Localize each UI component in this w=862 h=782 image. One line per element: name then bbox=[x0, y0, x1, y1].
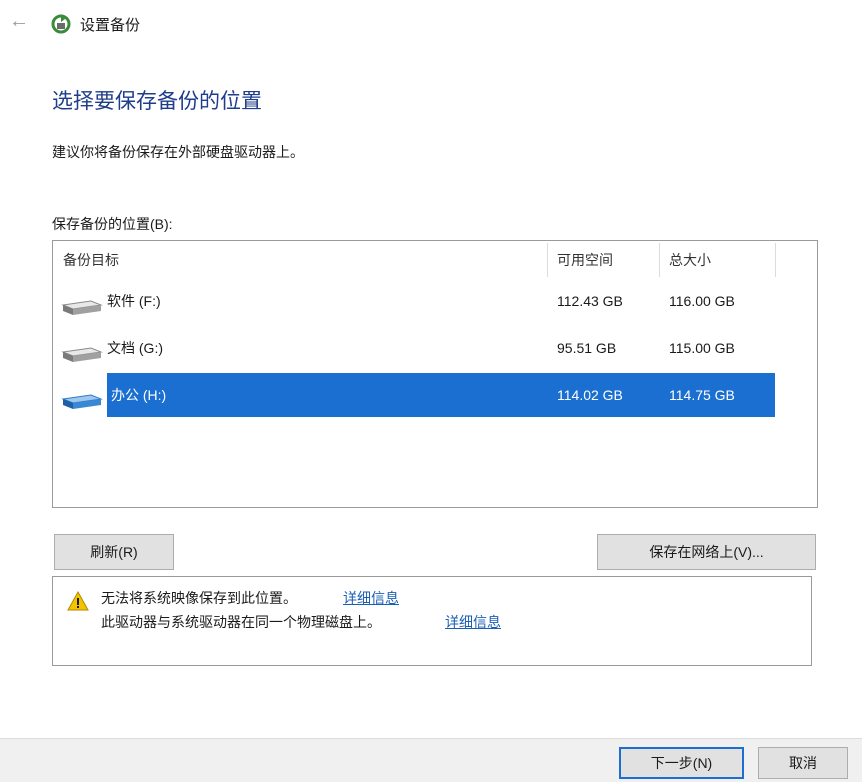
details-link-1[interactable]: 详细信息 bbox=[343, 588, 399, 608]
drive-total-size: 114.75 GB bbox=[669, 387, 735, 403]
drive-icon bbox=[61, 300, 103, 315]
drive-free-space: 114.02 GB bbox=[557, 387, 623, 403]
backup-icon bbox=[51, 14, 71, 34]
window-title: 设置备份 bbox=[80, 17, 141, 34]
column-header-free-space[interactable]: 可用空间 bbox=[547, 241, 659, 279]
warning-panel: 无法将系统映像保存到此位置。 详细信息 此驱动器与系统驱动器在同一个物理磁盘上。… bbox=[52, 576, 812, 666]
back-arrow-icon[interactable]: ← bbox=[8, 10, 30, 32]
cancel-button[interactable]: 取消 bbox=[758, 747, 848, 779]
warning-message-2: 此驱动器与系统驱动器在同一个物理磁盘上。 bbox=[101, 614, 381, 630]
drive-icon bbox=[61, 394, 103, 409]
drive-free-space: 112.43 GB bbox=[557, 293, 623, 309]
column-header-total-size[interactable]: 总大小 bbox=[659, 241, 775, 279]
drive-total-size: 116.00 GB bbox=[669, 293, 735, 309]
table-row-selected[interactable]: 办公 (H:) 114.02 GB 114.75 GB bbox=[53, 373, 775, 417]
refresh-button[interactable]: 刷新(R) bbox=[54, 534, 174, 570]
drive-icon bbox=[61, 347, 103, 362]
next-button[interactable]: 下一步(N) bbox=[619, 747, 744, 779]
footer-bar: 下一步(N) 取消 bbox=[0, 738, 862, 782]
warning-icon bbox=[67, 591, 89, 611]
warning-message-1: 无法将系统映像保存到此位置。 bbox=[101, 590, 297, 606]
column-header-destination[interactable]: 备份目标 bbox=[53, 241, 547, 279]
drive-name: 软件 (F:) bbox=[107, 293, 161, 309]
drive-name: 办公 (H:) bbox=[111, 387, 167, 403]
table-row[interactable]: 文档 (G:) 95.51 GB 115.00 GB bbox=[53, 326, 775, 370]
save-on-network-button[interactable]: 保存在网络上(V)... bbox=[597, 534, 816, 570]
page-subtitle: 建议你将备份保存在外部硬盘驱动器上。 bbox=[52, 144, 304, 160]
page-heading: 选择要保存备份的位置 bbox=[52, 90, 262, 113]
drive-name: 文档 (G:) bbox=[107, 340, 163, 356]
title-bar: ← 设置备份 bbox=[0, 0, 862, 48]
backup-destination-list[interactable]: 备份目标 可用空间 总大小 软件 (F:) 112.43 GB 116.00 G… bbox=[52, 240, 818, 508]
drive-free-space: 95.51 GB bbox=[557, 340, 617, 356]
list-label: 保存备份的位置(B): bbox=[52, 216, 173, 232]
column-separator bbox=[775, 243, 776, 277]
drive-total-size: 115.00 GB bbox=[669, 340, 735, 356]
table-row[interactable]: 软件 (F:) 112.43 GB 116.00 GB bbox=[53, 279, 775, 323]
details-link-2[interactable]: 详细信息 bbox=[445, 612, 501, 632]
